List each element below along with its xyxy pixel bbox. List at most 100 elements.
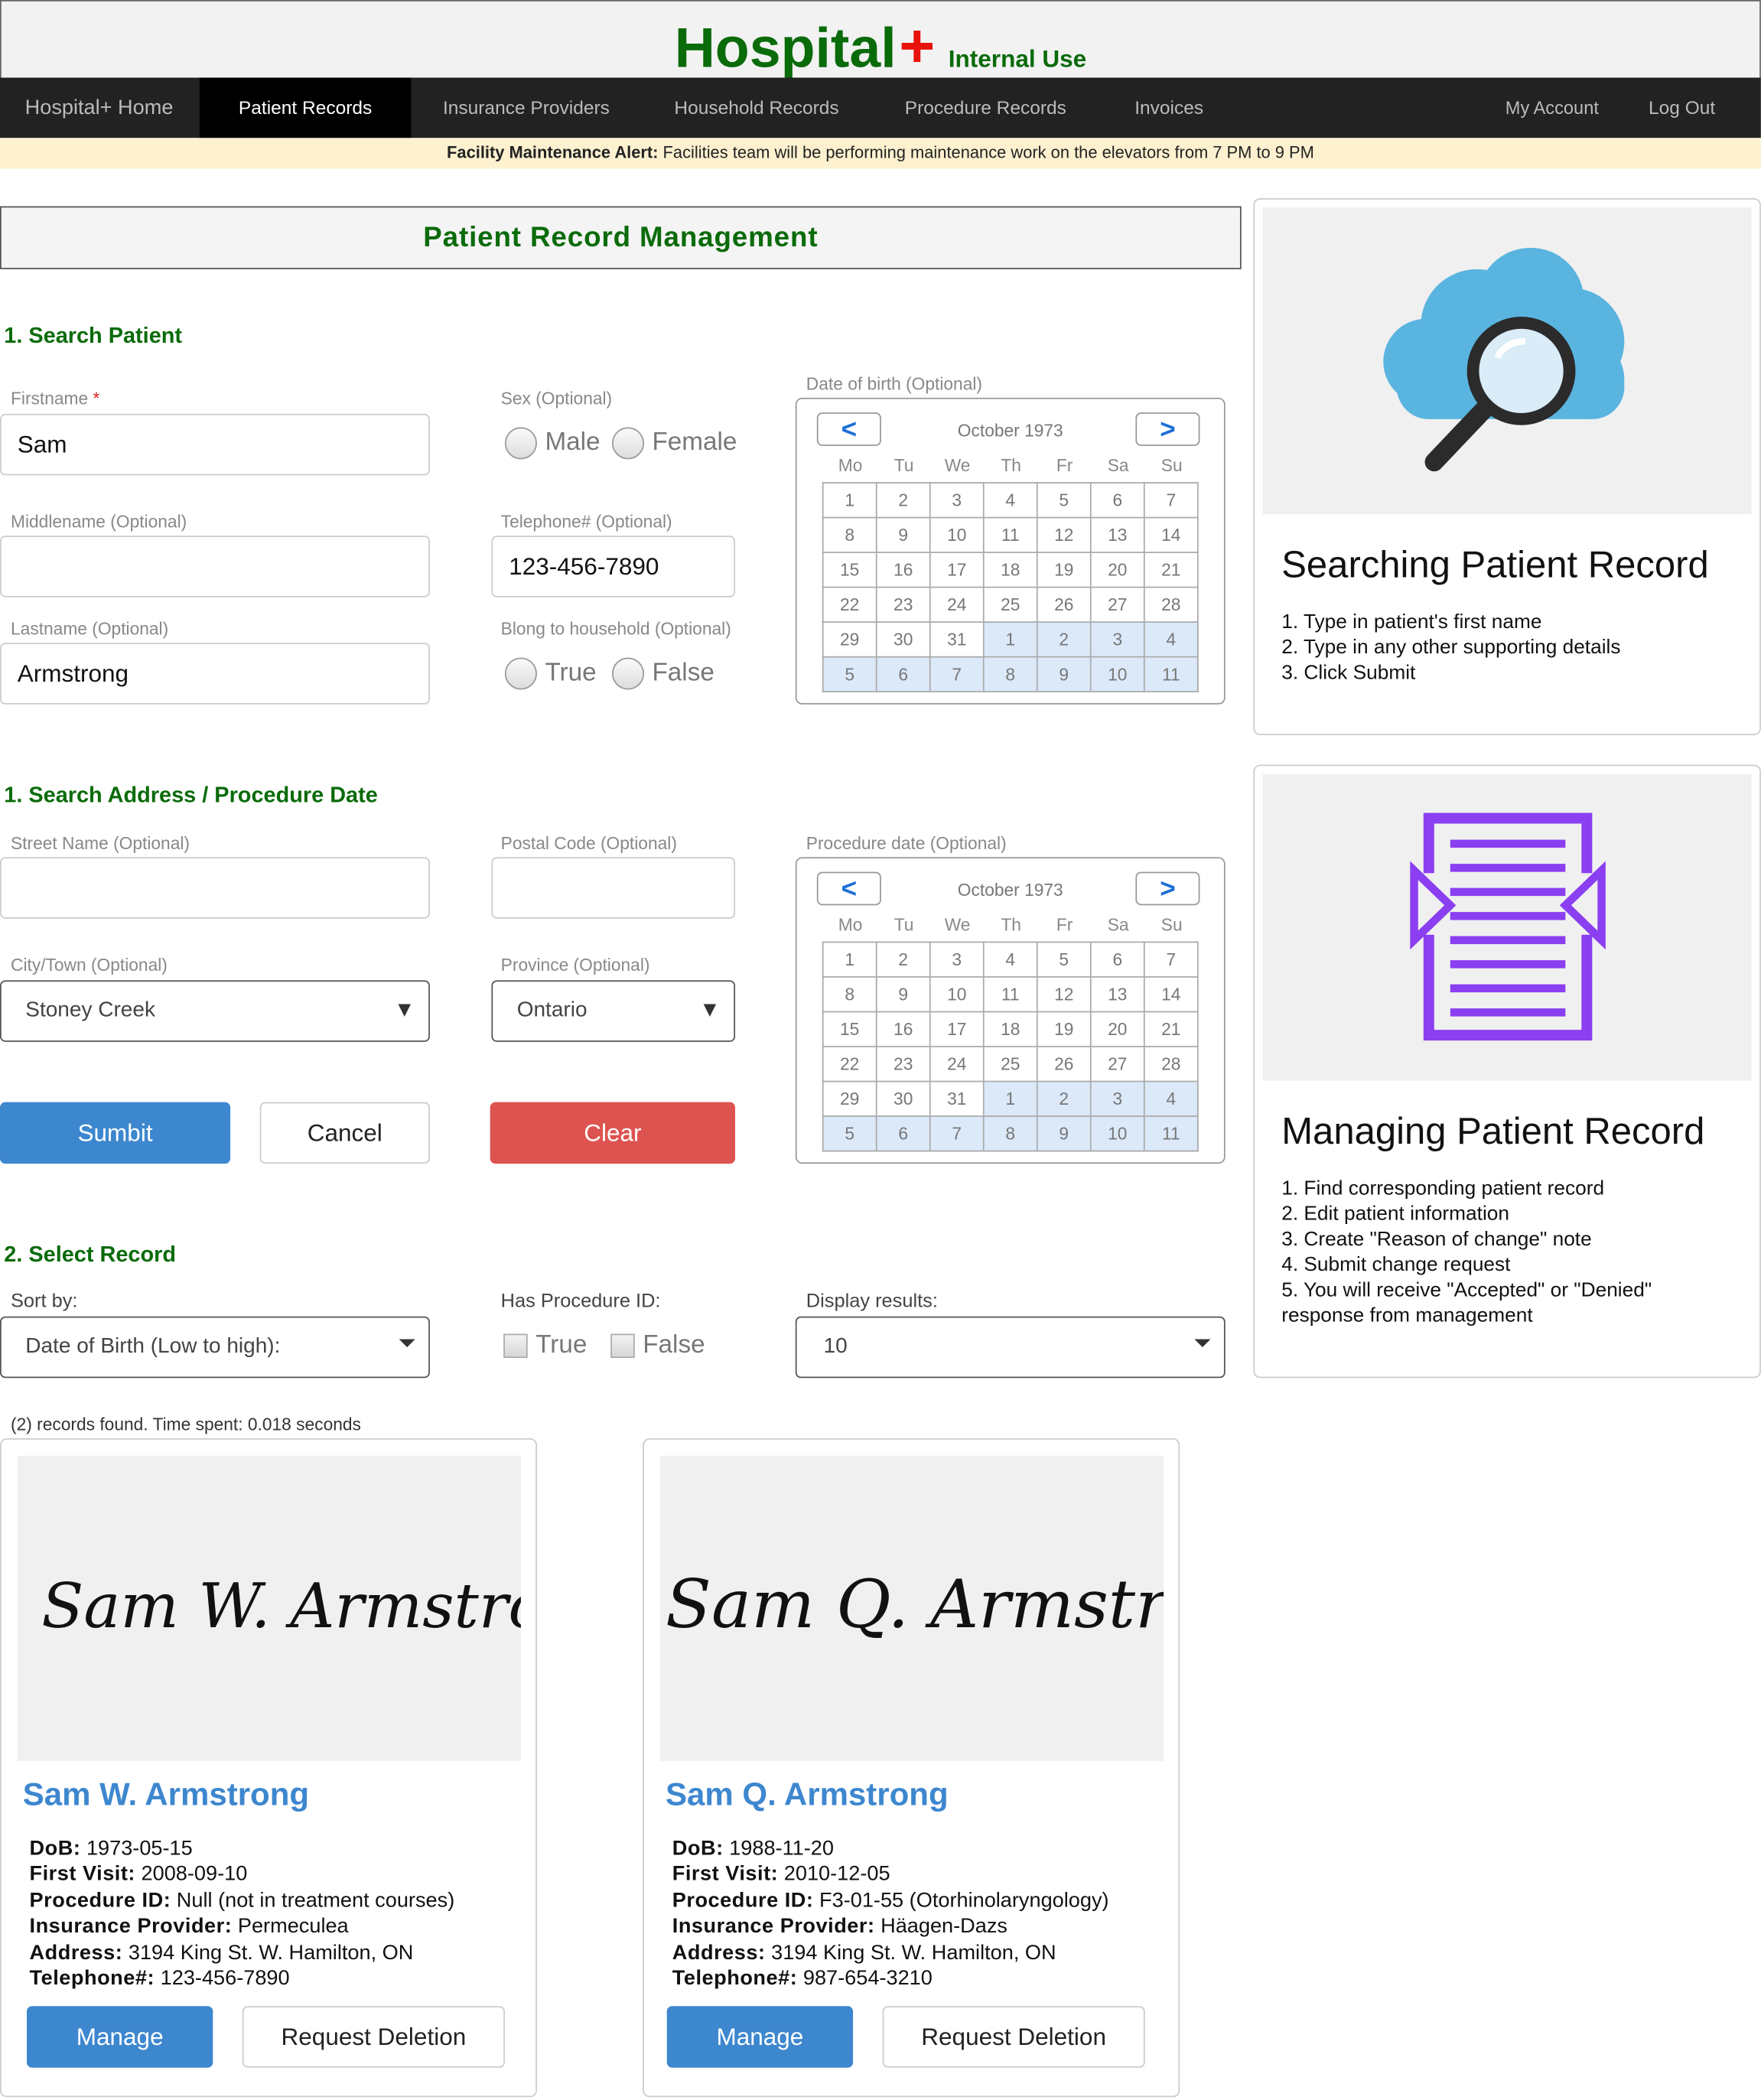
calendar-day[interactable]: 15 <box>822 552 877 588</box>
calendar-day[interactable]: 25 <box>982 586 1038 623</box>
calendar-day[interactable]: 31 <box>929 621 985 658</box>
nav-log-out[interactable]: Log Out <box>1629 78 1736 138</box>
calendar-day[interactable]: 3 <box>1089 621 1145 658</box>
calendar-day[interactable]: 9 <box>1036 1115 1092 1152</box>
display-results-select[interactable]: 10 <box>795 1316 1226 1379</box>
calendar-day[interactable]: 11 <box>1143 1115 1199 1152</box>
calendar-day[interactable]: 3 <box>929 941 985 978</box>
patient-name[interactable]: Sam Q. Armstrong <box>666 1777 949 1815</box>
calendar-day[interactable]: 1 <box>982 621 1038 658</box>
calendar-day[interactable]: 8 <box>822 516 877 553</box>
request-deletion-button[interactable]: Request Deletion <box>242 2006 505 2068</box>
clear-button[interactable]: Clear <box>490 1102 736 1164</box>
calendar-day[interactable]: 6 <box>1089 941 1145 978</box>
calendar-day[interactable]: 19 <box>1036 552 1092 588</box>
brand-logo[interactable]: Hospital+ Internal Use <box>2 9 1759 82</box>
request-deletion-button[interactable]: Request Deletion <box>882 2006 1145 2068</box>
nav-procedure-records[interactable]: Procedure Records <box>877 78 1095 138</box>
calendar-day[interactable]: 1 <box>822 482 877 519</box>
calendar-day[interactable]: 27 <box>1089 1046 1145 1083</box>
manage-button[interactable]: Manage <box>27 2006 213 2068</box>
nav-home[interactable]: Hospital+ Home <box>0 78 198 138</box>
calendar-day[interactable]: 14 <box>1143 516 1199 553</box>
next-month-button[interactable]: > <box>1135 871 1200 906</box>
calendar-day[interactable]: 5 <box>1036 482 1092 519</box>
checkbox[interactable] <box>503 1333 528 1359</box>
calendar-day[interactable]: 14 <box>1143 976 1199 1013</box>
calendar-day[interactable]: 10 <box>929 976 985 1013</box>
calendar-day[interactable]: 6 <box>875 656 931 693</box>
calendar-day[interactable]: 4 <box>982 941 1038 978</box>
calendar-day[interactable]: 23 <box>875 586 931 623</box>
nav-my-account[interactable]: My Account <box>1489 78 1616 138</box>
next-month-button[interactable]: > <box>1135 412 1200 446</box>
calendar-day[interactable]: 3 <box>929 482 985 519</box>
calendar-day[interactable]: 4 <box>1143 1080 1199 1117</box>
calendar-day[interactable]: 17 <box>929 1011 985 1047</box>
calendar-day[interactable]: 11 <box>982 516 1038 553</box>
calendar-day[interactable]: 7 <box>1143 941 1199 978</box>
calendar-day[interactable]: 3 <box>1089 1080 1145 1117</box>
calendar-day[interactable]: 1 <box>822 941 877 978</box>
calendar-day[interactable]: 26 <box>1036 1046 1092 1083</box>
checkbox[interactable] <box>610 1333 635 1359</box>
nav-insurance-providers[interactable]: Insurance Providers <box>415 78 638 138</box>
sex-radio-female[interactable]: Female <box>611 427 737 460</box>
calendar-day[interactable]: 26 <box>1036 586 1092 623</box>
calendar-day[interactable]: 29 <box>822 1080 877 1117</box>
calendar-day[interactable]: 27 <box>1089 586 1145 623</box>
sort-by-select[interactable]: Date of Birth (Low to high): <box>0 1316 430 1379</box>
calendar-day[interactable]: 6 <box>1089 482 1145 519</box>
calendar-day[interactable]: 8 <box>982 1115 1038 1152</box>
calendar-day[interactable]: 2 <box>875 482 931 519</box>
calendar-day[interactable]: 18 <box>982 1011 1038 1047</box>
calendar-day[interactable]: 19 <box>1036 1011 1092 1047</box>
calendar-day[interactable]: 5 <box>822 1115 877 1152</box>
calendar-day[interactable]: 13 <box>1089 976 1145 1013</box>
calendar-day[interactable]: 2 <box>875 941 931 978</box>
firstname-input[interactable]: Sam <box>0 413 430 476</box>
procid-checkbox-true[interactable]: True <box>503 1331 587 1361</box>
calendar-day[interactable]: 9 <box>1036 656 1092 693</box>
calendar-day[interactable]: 22 <box>822 586 877 623</box>
calendar-day[interactable]: 22 <box>822 1046 877 1083</box>
nav-household-records[interactable]: Household Records <box>644 78 869 138</box>
lastname-input[interactable]: Armstrong <box>0 643 430 705</box>
manage-button[interactable]: Manage <box>666 2006 854 2068</box>
calendar-day[interactable]: 6 <box>875 1115 931 1152</box>
middlename-input[interactable] <box>0 536 430 597</box>
calendar-day[interactable]: 12 <box>1036 976 1092 1013</box>
calendar-day[interactable]: 7 <box>929 1115 985 1152</box>
calendar-day[interactable]: 24 <box>929 1046 985 1083</box>
calendar-day[interactable]: 9 <box>875 516 931 553</box>
street-input[interactable] <box>0 857 430 919</box>
calendar-day[interactable]: 16 <box>875 552 931 588</box>
calendar-day[interactable]: 23 <box>875 1046 931 1083</box>
calendar-day[interactable]: 12 <box>1036 516 1092 553</box>
calendar-day[interactable]: 10 <box>1089 1115 1145 1152</box>
calendar-day[interactable]: 28 <box>1143 1046 1199 1083</box>
calendar-day[interactable]: 24 <box>929 586 985 623</box>
calendar-day[interactable]: 21 <box>1143 552 1199 588</box>
calendar-day[interactable]: 25 <box>982 1046 1038 1083</box>
calendar-day[interactable]: 21 <box>1143 1011 1199 1047</box>
calendar-day[interactable]: 4 <box>982 482 1038 519</box>
household-radio-true[interactable]: True <box>504 657 597 690</box>
calendar-day[interactable]: 7 <box>929 656 985 693</box>
city-select[interactable]: Stoney Creek ▼ <box>0 980 430 1042</box>
patient-name[interactable]: Sam W. Armstrong <box>23 1777 309 1815</box>
sex-radio-male[interactable]: Male <box>504 427 601 460</box>
calendar-day[interactable]: 30 <box>875 621 931 658</box>
calendar-day[interactable]: 20 <box>1089 1011 1145 1047</box>
calendar-day[interactable]: 2 <box>1036 1080 1092 1117</box>
calendar-day[interactable]: 11 <box>982 976 1038 1013</box>
household-radio-false[interactable]: False <box>611 657 714 690</box>
calendar-day[interactable]: 20 <box>1089 552 1145 588</box>
radio-circle[interactable] <box>611 657 644 690</box>
calendar-day[interactable]: 8 <box>822 976 877 1013</box>
nav-patient-records[interactable]: Patient Records <box>199 77 412 138</box>
calendar-day[interactable]: 17 <box>929 552 985 588</box>
calendar-day[interactable]: 18 <box>982 552 1038 588</box>
procid-checkbox-false[interactable]: False <box>610 1331 705 1361</box>
submit-button[interactable]: Sumbit <box>0 1102 231 1164</box>
